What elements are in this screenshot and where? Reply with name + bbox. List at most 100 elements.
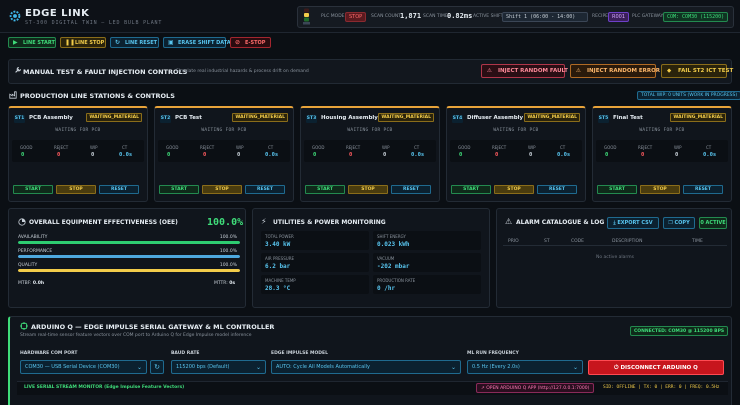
chip-icon [20, 322, 28, 330]
scan-count-value: 1,871 [400, 12, 422, 20]
fail-st2-ict-test-button[interactable]: ◆ FAIL ST2 ICT TEST [661, 64, 733, 78]
erase-shift-data-button[interactable]: ▣ ERASE SHIFT DATA [163, 37, 231, 48]
shift-energy-label: SHIFT ENERGY [377, 234, 406, 239]
quality-bar-fill [18, 269, 240, 272]
station-id: ST2 [160, 115, 171, 123]
station-start-button[interactable]: START [13, 185, 53, 194]
station-stop-button[interactable]: STOP [348, 185, 388, 194]
availability-value: 100.0% [219, 235, 237, 240]
line-start-label: LINE START [23, 40, 55, 46]
wip-label: WIP [90, 145, 98, 150]
export-csv-button[interactable]: ⤓ EXPORT CSV [607, 217, 659, 229]
plc-mode-label: PLC MODE [321, 14, 345, 19]
station-reset-button[interactable]: RESET [99, 185, 139, 194]
station-name: Housing Assembly [321, 115, 378, 121]
com-port-select[interactable]: COM30 — USB Serial Device (COM30) ⌄ [20, 360, 147, 374]
open-arduino-app-label: OPEN ARDUINO Q APP (http://127.0.0.1:700… [486, 386, 590, 391]
line-start-button[interactable]: ▶ LINE START [8, 37, 56, 48]
wip-label: WIP [236, 145, 244, 150]
estop-button[interactable]: ⊘ E-STOP [230, 37, 271, 48]
good-value: 0 [313, 152, 317, 158]
station-message: WAITING FOR PCB [347, 128, 393, 133]
ml-run-frequency-select[interactable]: 0.5 Hz (Every 2.0s) ⌄ [467, 360, 583, 374]
manual-test-title: MANUAL TEST & FAULT INJECTION CONTROLS [23, 68, 188, 76]
open-arduino-app-button[interactable]: ↗ OPEN ARDUINO Q APP (http://127.0.0.1:7… [476, 383, 595, 393]
station-state-badge: WAITING_MATERIAL [378, 113, 434, 122]
oee-panel: OVERALL EQUIPMENT EFFECTIVENESS (OEE) 10… [8, 208, 246, 308]
station-message: WAITING FOR PCB [55, 128, 101, 133]
station-stop-button[interactable]: STOP [56, 185, 96, 194]
machine-temp-card: MACHINE TEMP 28.3 °C [261, 275, 369, 294]
estop-label: E-STOP [245, 40, 266, 46]
ml-run-frequency-value: 0.5 Hz (Every 2.0s) [472, 364, 520, 370]
wip-label: WIP [674, 145, 682, 150]
line-stop-button[interactable]: ❚❚ LINE STOP [60, 37, 106, 48]
total-wip-badge: TOTAL WIP: 0 UNITS (WORK IN PROGRESS) [637, 91, 740, 100]
oee-title: OVERALL EQUIPMENT EFFECTIVENESS (OEE) [29, 219, 178, 226]
export-csv-label: EXPORT CSV [617, 220, 653, 226]
edge-impulse-model-select[interactable]: AUTO: Cycle All Models Automatically ⌄ [271, 360, 461, 374]
production-rate-label: PRODUCTION RATE [377, 278, 416, 283]
station-reset-button[interactable]: RESET [683, 185, 723, 194]
machine-temp-label: MACHINE TEMP [265, 278, 296, 283]
recipe-label: RECIPE [592, 14, 608, 19]
recipe-badge[interactable]: R001 [608, 12, 630, 22]
station-state-badge: WAITING_MATERIAL [670, 113, 726, 122]
station-name: Final Test [613, 115, 643, 121]
reject-value: 0 [495, 152, 499, 158]
station-id: ST4 [452, 115, 463, 123]
station-start-button[interactable]: START [305, 185, 345, 194]
plc-gateway-badge[interactable]: COM: COM30 (115200) [663, 12, 729, 22]
station-state-badge: WAITING_MATERIAL [232, 113, 288, 122]
inject-random-fault-button[interactable]: ⚠ INJECT RANDOM FAULT [481, 64, 568, 78]
station-stop-button[interactable]: STOP [640, 185, 680, 194]
ct-value: 0.0s [265, 152, 279, 158]
alarm-empty-message: No active alarms [596, 255, 634, 260]
station-stats: GOOD 0 REJECT 0 WIP 0 CT 0.0s [12, 140, 144, 162]
station-id: ST3 [306, 115, 317, 123]
station-stop-button[interactable]: STOP [202, 185, 242, 194]
quality-value: 100.0% [219, 263, 237, 268]
reject-label: REJECT [200, 145, 215, 150]
good-label: GOOD [166, 145, 179, 150]
station-reset-button[interactable]: RESET [537, 185, 577, 194]
refresh-icon: ↻ [115, 39, 121, 46]
factory-icon [9, 91, 17, 99]
alarm-col-code: CODE [571, 239, 584, 244]
station-state-badge: WAITING_MATERIAL [524, 113, 580, 122]
mtbf-value: 0.0h [32, 281, 45, 286]
station-reset-button[interactable]: RESET [245, 185, 285, 194]
station-start-button[interactable]: START [597, 185, 637, 194]
line-reset-button[interactable]: ↻ LINE RESET [110, 37, 159, 48]
mtbf-stat: MTBF: 0.0h [18, 281, 44, 286]
inject-random-error-button[interactable]: ⚠ INJECT RANDOM ERROR [570, 64, 660, 78]
inject-random-error-label: INJECT RANDOM ERROR [587, 68, 661, 74]
ct-value: 0.0s [411, 152, 425, 158]
refresh-ports-button[interactable]: ↻ [150, 360, 164, 374]
vacuum-card: VACUUM -202 mbar [373, 253, 481, 272]
active-shift-select[interactable]: Shift 1 (06:00 - 14:00) [502, 12, 588, 22]
station-reset-button[interactable]: RESET [391, 185, 431, 194]
ct-value: 0.0s [119, 152, 133, 158]
chevron-down-icon: ⌄ [255, 364, 261, 371]
machine-temp-value: 28.3 °C [265, 285, 291, 292]
disconnect-arduino-button[interactable]: ⏻ DISCONNECT ARDUINO Q [588, 360, 724, 375]
reject-value: 0 [57, 152, 61, 158]
wip-label: WIP [528, 145, 536, 150]
station-start-button[interactable]: START [159, 185, 199, 194]
alarm-header-divider [503, 245, 727, 246]
good-value: 0 [459, 152, 463, 158]
station-stats: GOOD 0 REJECT 0 WIP 0 CT 0.0s [450, 140, 582, 162]
utilities-panel: ⚡ UTILITIES & POWER MONITORING TOTAL POW… [252, 208, 490, 308]
station-start-button[interactable]: START [451, 185, 491, 194]
baud-rate-select[interactable]: 115200 bps (Default) ⌄ [171, 360, 266, 374]
station-stop-button[interactable]: STOP [494, 185, 534, 194]
edge-impulse-model-value: AUTO: Cycle All Models Automatically [276, 364, 370, 370]
station-name: PCB Assembly [29, 115, 73, 121]
copy-button[interactable]: ❐ COPY [663, 217, 695, 229]
arduino-subtitle: Stream real-time sensor feature vectors … [20, 333, 252, 338]
stations-section-title: PRODUCTION LINE STATIONS & CONTROLS [20, 92, 175, 100]
ml-run-frequency-label: ML RUN FREQUENCY [467, 351, 519, 356]
air-pressure-label: AIR PRESSURE [265, 256, 294, 261]
good-value: 0 [605, 152, 609, 158]
